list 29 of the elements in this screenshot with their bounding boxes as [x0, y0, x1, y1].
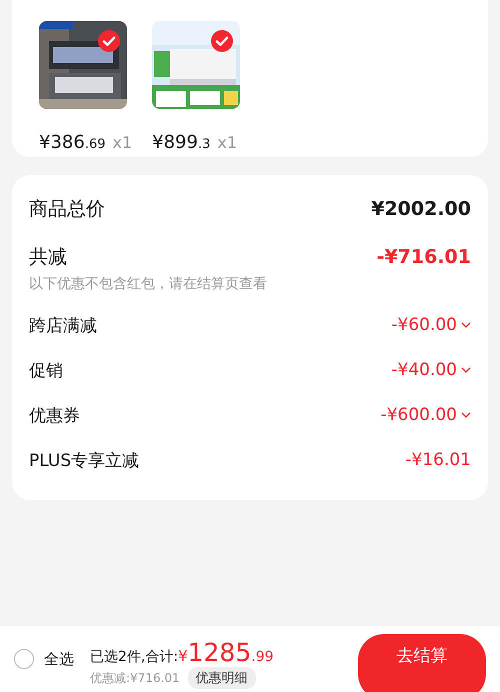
discount-value: -¥60.00: [391, 315, 457, 335]
reduce-label: 共减: [29, 245, 67, 270]
saved-amount: 优惠减:¥716.01: [90, 670, 180, 686]
discount-value: -¥600.00: [380, 405, 457, 425]
total-price: ¥1285.99: [178, 638, 274, 667]
details-button[interactable]: 优惠明细: [188, 667, 256, 689]
select-all-label[interactable]: 全选: [44, 650, 74, 668]
discount-value: -¥40.00: [391, 360, 457, 380]
total-value: ¥2002.00: [371, 198, 471, 220]
check-icon[interactable]: [211, 30, 234, 52]
chevron-icon[interactable]: [461, 322, 471, 328]
checkout-button[interactable]: 去结算: [358, 634, 486, 692]
quantity: x1: [217, 133, 238, 152]
product-price: ¥386.69: [39, 132, 106, 153]
chevron-icon[interactable]: [461, 412, 471, 418]
total-label: 商品总价: [29, 197, 105, 222]
check-icon[interactable]: [98, 30, 120, 52]
quantity: x1: [112, 133, 132, 152]
select-all-radio[interactable]: [14, 649, 34, 669]
note-text: 以下优惠不包含红包，请在结算页查看: [29, 275, 268, 293]
discount-label: 优惠券: [29, 404, 80, 426]
product-price: ¥899.3: [152, 132, 210, 153]
discount-value: -¥16.01: [405, 450, 471, 470]
discount-label: PLUS专享立减: [29, 450, 140, 472]
discount-label: 促销: [29, 360, 63, 382]
discount-label: 跨店满减: [29, 314, 97, 336]
selected-count: 已选2件,合计:: [90, 648, 178, 666]
reduce-value: -¥716.01: [376, 246, 471, 268]
chevron-icon[interactable]: [461, 367, 471, 373]
